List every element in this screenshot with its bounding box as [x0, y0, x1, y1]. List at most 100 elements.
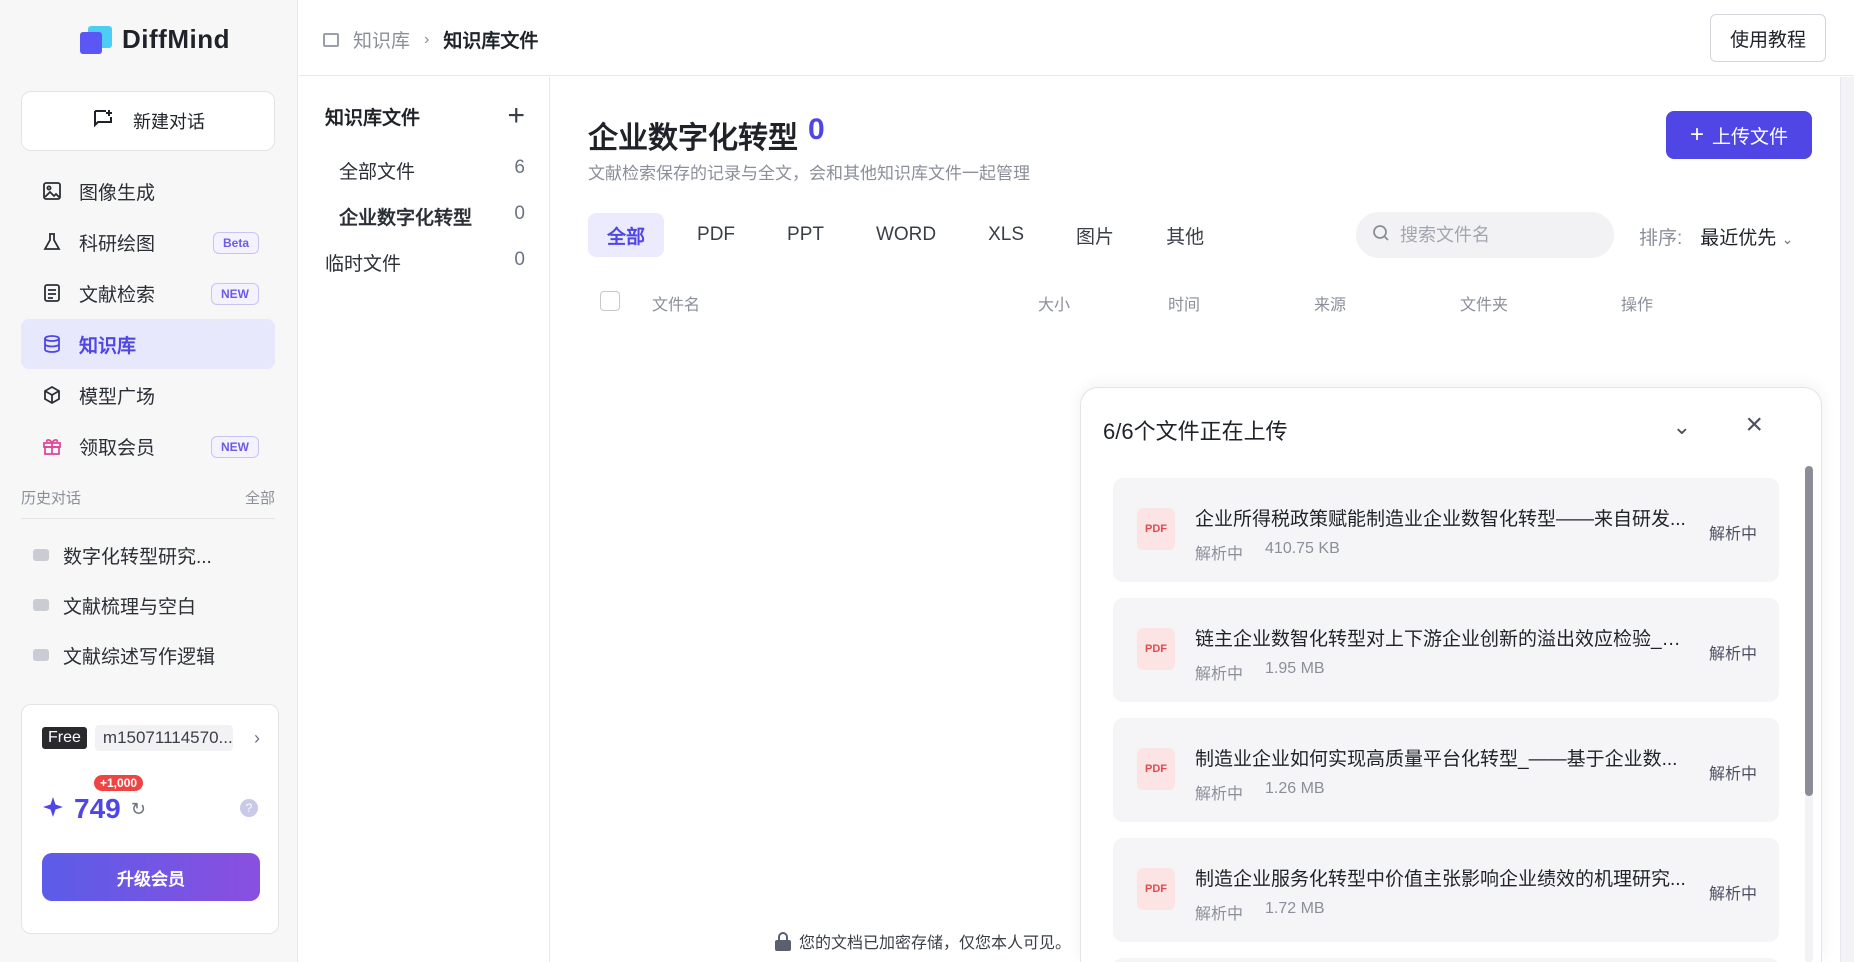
folder-count: 6	[514, 157, 525, 178]
page-subtitle: 文献检索保存的记录与全文，会和其他知识库文件一起管理	[588, 164, 1030, 183]
folder-count: 0	[514, 203, 525, 224]
tab-xls[interactable]: XLS	[969, 213, 1043, 257]
close-icon[interactable]: ×	[1745, 408, 1763, 442]
chevron-right-icon: ›	[424, 30, 430, 48]
logo[interactable]: DiffMind	[80, 24, 230, 55]
file-status: 解析中	[1195, 786, 1244, 803]
file-state: 解析中	[1708, 766, 1757, 783]
file-meta: 解析中 1.95 MB	[1195, 660, 1325, 684]
sidebar-item-label: 图像生成	[79, 182, 156, 204]
sidebar-item-image-generation[interactable]: 图像生成	[21, 166, 275, 216]
upload-file-item[interactable]	[1113, 958, 1779, 962]
folder-panel: 知识库文件 + 全部文件 6 企业数字化转型 0 临时文件 0	[299, 77, 550, 962]
sort-select[interactable]: 最近优先 ⌄	[1700, 223, 1793, 250]
upload-file-item[interactable]: PDF 企业所得税政策赋能制造业企业数智化转型——来自研发... 解析中 410…	[1113, 478, 1779, 582]
history-item[interactable]: 文献梳理与空白	[21, 580, 275, 630]
sidebar-item-literature-search[interactable]: 文献检索 NEW	[21, 268, 275, 318]
file-state: 解析中	[1708, 526, 1757, 543]
select-all-checkbox[interactable]	[600, 291, 620, 311]
file-status: 解析中	[1195, 666, 1244, 683]
column-source: 来源	[1314, 297, 1347, 314]
add-folder-icon[interactable]: +	[507, 101, 525, 131]
encryption-note: 您的文档已加密存储，仅您本人可见。	[775, 929, 1071, 953]
tab-image[interactable]: 图片	[1057, 213, 1133, 257]
upgrade-button[interactable]: 升级会员	[42, 853, 260, 901]
sidebar-item-label: 科研绘图	[79, 233, 156, 255]
help-icon[interactable]: ?	[240, 799, 258, 817]
tutorial-button[interactable]: 使用教程	[1710, 14, 1826, 62]
logo-icon	[80, 25, 112, 54]
folder-item-all[interactable]: 全部文件 6	[339, 157, 525, 184]
folder-item-digital-transformation[interactable]: 企业数字化转型 0	[339, 203, 525, 230]
file-meta: 解析中 410.75 KB	[1195, 540, 1340, 564]
folder-label: 全部文件	[339, 162, 416, 183]
account-row[interactable]: Free m15071114570... ›	[42, 725, 260, 751]
top-bar: 知识库 › 知识库文件 使用教程	[299, 0, 1854, 76]
upload-panel-title: 6/6个文件正在上传	[1103, 419, 1288, 444]
sort-label: 排序:	[1639, 228, 1683, 249]
search-input[interactable]	[1400, 224, 1600, 246]
refresh-icon[interactable]: ↻	[131, 799, 146, 820]
folder-panel-header: 知识库文件 +	[325, 101, 525, 131]
pdf-file-icon: PDF	[1137, 748, 1175, 790]
upload-file-item[interactable]: PDF 制造业企业如何实现高质量平台化转型_——基于企业数... 解析中 1.2…	[1113, 718, 1779, 822]
history-item[interactable]: 文献综述写作逻辑	[21, 630, 275, 680]
sidebar-item-label: 领取会员	[79, 437, 156, 459]
sparkle-icon	[42, 796, 64, 823]
tab-word[interactable]: WORD	[857, 213, 955, 257]
history-item[interactable]: 数字化转型研究...	[21, 530, 275, 580]
chevron-down-icon: ⌄	[1781, 231, 1794, 247]
breadcrumb-parent[interactable]: 知识库	[353, 26, 410, 53]
column-size: 大小	[1038, 297, 1071, 314]
tab-pdf[interactable]: PDF	[678, 213, 754, 257]
page-title-text: 企业数字化转型	[588, 122, 798, 155]
database-icon	[41, 333, 63, 355]
account-card: Free m15071114570... › +1,000 749 ↻ ? 升级…	[21, 704, 279, 934]
chat-bubble-icon	[33, 549, 49, 561]
sidebar-item-membership[interactable]: 领取会员 NEW	[21, 421, 275, 471]
file-state: 解析中	[1708, 646, 1757, 663]
history-header: 历史对话 全部	[21, 487, 275, 519]
new-badge: NEW	[211, 436, 259, 458]
file-state: 解析中	[1708, 886, 1757, 903]
sidebar-nav: 图像生成 科研绘图 Beta 文献检索 NEW 知识库 模型广场 领取会员 NE…	[21, 166, 275, 472]
history-all-link[interactable]: 全部	[245, 487, 275, 508]
beta-badge: Beta	[212, 232, 259, 254]
collapse-chevron-icon[interactable]: ⌄	[1673, 414, 1691, 440]
new-chat-button[interactable]: 新建对话	[21, 91, 275, 151]
encryption-note-text: 您的文档已加密存储，仅您本人可见。	[799, 935, 1072, 952]
sidebar-item-research-plot[interactable]: 科研绘图 Beta	[21, 217, 275, 267]
folder-item-temp[interactable]: 临时文件 0	[325, 249, 525, 276]
document-icon	[41, 282, 63, 304]
upload-button-label: 上传文件	[1712, 126, 1789, 148]
sidebar-item-label: 文献检索	[79, 284, 156, 306]
search-box	[1356, 212, 1614, 258]
sidebar-item-label: 知识库	[79, 335, 137, 357]
chevron-right-icon: ›	[254, 727, 260, 748]
upload-file-item[interactable]: PDF 制造企业服务化转型中价值主张影响企业绩效的机理研究... 解析中 1.7…	[1113, 838, 1779, 942]
history-item-label: 文献综述写作逻辑	[63, 646, 216, 668]
credit-bonus-badge: +1,000	[94, 775, 144, 791]
upload-file-item[interactable]: PDF 链主企业数智化转型对上下游企业创新的溢出效应检验_赵... 解析中 1.…	[1113, 598, 1779, 702]
page-scrollbar[interactable]	[1840, 77, 1854, 962]
upload-progress-panel: 6/6个文件正在上传 ⌄ × PDF 企业所得税政策赋能制造业企业数智化转型——…	[1080, 387, 1822, 962]
upload-button[interactable]: + 上传文件	[1666, 111, 1812, 159]
table-header: 文件名 大小 时间 来源 文件夹 操作	[588, 287, 1818, 317]
sort-value: 最近优先	[1700, 228, 1777, 249]
tab-ppt[interactable]: PPT	[768, 213, 843, 257]
file-size: 1.72 MB	[1265, 900, 1325, 917]
upload-panel-scroll-thumb[interactable]	[1805, 466, 1813, 796]
sort-control: 排序: 最近优先 ⌄	[1639, 223, 1793, 250]
file-name: 制造业企业如何实现高质量平台化转型_——基于企业数...	[1195, 749, 1678, 770]
column-actions: 操作	[1621, 297, 1654, 314]
tab-other[interactable]: 其他	[1147, 213, 1223, 257]
tab-all[interactable]: 全部	[588, 213, 665, 257]
file-size: 1.95 MB	[1265, 660, 1325, 677]
history-list: 数字化转型研究... 文献梳理与空白 文献综述写作逻辑	[21, 530, 275, 680]
plus-icon: +	[1689, 121, 1704, 148]
sidebar-toggle-icon[interactable]	[323, 32, 339, 47]
sidebar-item-model-plaza[interactable]: 模型广场	[21, 370, 275, 420]
sidebar-item-knowledge-base[interactable]: 知识库	[21, 319, 275, 369]
page-title-count: 0	[808, 113, 825, 146]
history-title: 历史对话	[21, 490, 82, 507]
